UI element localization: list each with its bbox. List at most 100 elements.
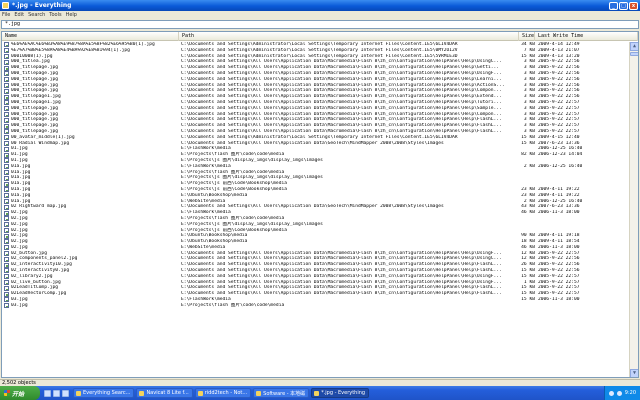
jpg-file-icon [4, 227, 9, 233]
jpg-file-icon [4, 106, 9, 112]
menu-bar: File Edit Search Tools Help [0, 11, 640, 19]
task-app-icon [139, 390, 145, 396]
jpg-file-icon [4, 193, 9, 199]
jpg-file-icon [4, 251, 9, 257]
jpg-file-icon [4, 303, 9, 309]
jpg-file-icon [4, 245, 9, 251]
task-buttons: Everything Searc... Navicat 8 Lite f... ri… [73, 388, 371, 398]
system-tray: 9:20 [603, 386, 640, 400]
jpg-file-icon [4, 129, 9, 135]
jpg-file-icon [4, 146, 9, 152]
jpg-file-icon [4, 216, 9, 222]
jpg-file-icon [4, 204, 9, 210]
taskbar-button[interactable]: Software - 本地磁 [253, 388, 310, 398]
result-rows: %E6%AE%AC%E6%B3%A8%E9%87%8A%E5%8F%82%E6%… [2, 42, 629, 309]
file-path: E:\Projects\flash 图片\code\code\media [181, 302, 285, 308]
jpg-file-icon [4, 175, 9, 181]
minimize-button[interactable]: _ [609, 1, 618, 10]
column-header: Name Path Size Last Write Time [2, 32, 638, 41]
jpg-file-icon [4, 285, 9, 291]
taskbar-button[interactable]: ridd2tech - Not... [194, 388, 252, 398]
taskbar-button[interactable]: Everything Searc... [73, 388, 135, 398]
task-app-icon [314, 390, 320, 396]
menu-edit[interactable]: Edit [14, 12, 24, 18]
jpg-file-icon [4, 117, 9, 123]
jpg-file-icon [4, 158, 9, 164]
scroll-down-icon[interactable]: ▼ [630, 369, 638, 377]
column-name-header[interactable]: Name [2, 32, 179, 41]
jpg-file-icon [4, 239, 9, 245]
jpg-file-icon [4, 181, 9, 187]
task-label: *.jpg - Everything [321, 390, 366, 396]
jpg-file-icon [4, 274, 9, 280]
task-app-icon [197, 390, 203, 396]
task-app-icon [256, 390, 262, 396]
task-label: Everything Searc... [83, 390, 131, 396]
jpg-file-icon [4, 42, 9, 48]
menu-tools[interactable]: Tools [49, 12, 61, 18]
jpg-file-icon [4, 169, 9, 175]
vertical-scrollbar[interactable]: ▲ ▼ [629, 42, 638, 377]
quick-launch [44, 389, 69, 397]
window-title: *.jpg - Everything [12, 2, 72, 9]
task-app-icon [76, 390, 81, 396]
jpg-file-icon [4, 100, 9, 106]
column-size-header[interactable]: Size [519, 32, 535, 41]
jpg-file-icon [4, 71, 9, 77]
jpg-file-icon [4, 291, 9, 297]
jpg-file-icon [4, 140, 9, 146]
table-row[interactable]: 03.jpg E:\Projects\flash 图片\code\code\med… [2, 303, 629, 309]
window-controls: _ □ x [609, 1, 638, 10]
jpg-file-icon [4, 164, 9, 170]
jpg-file-icon [4, 94, 9, 100]
menu-file[interactable]: File [2, 12, 10, 18]
taskbar-button[interactable]: Navicat 8 Lite f... [136, 388, 193, 398]
search-input[interactable]: *.jpg [1, 20, 639, 29]
scroll-up-icon[interactable]: ▲ [630, 42, 638, 51]
jpg-file-icon [4, 111, 9, 117]
menu-search[interactable]: Search [28, 12, 45, 18]
jpg-file-icon [4, 59, 9, 65]
jpg-file-icon [4, 48, 9, 54]
everything-app-icon [2, 2, 9, 9]
jpg-file-icon [4, 77, 9, 83]
clock: 9:20 [624, 390, 636, 396]
jpg-file-icon [4, 256, 9, 262]
show-desktop-icon[interactable] [44, 389, 51, 397]
file-name: 03.jpg [11, 302, 28, 308]
menu-help[interactable]: Help [66, 12, 77, 18]
windows-flag-icon [4, 390, 10, 396]
browser-icon[interactable] [53, 389, 60, 397]
jpg-file-icon [4, 198, 9, 204]
media-player-icon[interactable] [62, 389, 69, 397]
close-button[interactable]: x [629, 1, 638, 10]
scroll-thumb[interactable] [630, 52, 638, 56]
taskbar: 开始 Everything Searc... Navicat 8 Lite f..… [0, 386, 640, 400]
title-bar: *.jpg - Everything _ □ x [0, 0, 640, 11]
task-label: ridd2tech - Not... [204, 390, 248, 396]
jpg-file-icon [4, 187, 9, 193]
taskbar-button[interactable]: *.jpg - Everything [311, 388, 370, 398]
results-list[interactable]: Name Path Size Last Write Time %E6%AE%AC… [1, 31, 639, 378]
jpg-file-icon [4, 280, 9, 286]
jpg-file-icon [4, 233, 9, 239]
volume-icon[interactable] [616, 390, 622, 396]
task-label: Navicat 8 Lite f... [146, 390, 189, 396]
status-bar: 2,502 objects [0, 379, 640, 386]
network-icon[interactable] [608, 390, 614, 396]
jpg-file-icon [4, 268, 9, 274]
jpg-file-icon [4, 135, 9, 141]
maximize-button[interactable]: □ [619, 1, 628, 10]
jpg-file-icon [4, 210, 9, 216]
jpg-file-icon [4, 123, 9, 129]
column-date-header[interactable]: Last Write Time [535, 32, 638, 41]
column-path-header[interactable]: Path [179, 32, 519, 41]
jpg-file-icon [4, 65, 9, 71]
jpg-file-icon [4, 88, 9, 94]
jpg-file-icon [4, 82, 9, 88]
start-button[interactable]: 开始 [0, 386, 40, 400]
jpg-file-icon [4, 53, 9, 59]
jpg-file-icon [4, 152, 9, 158]
task-label: Software - 本地磁 [263, 390, 306, 397]
jpg-file-icon [4, 297, 9, 303]
